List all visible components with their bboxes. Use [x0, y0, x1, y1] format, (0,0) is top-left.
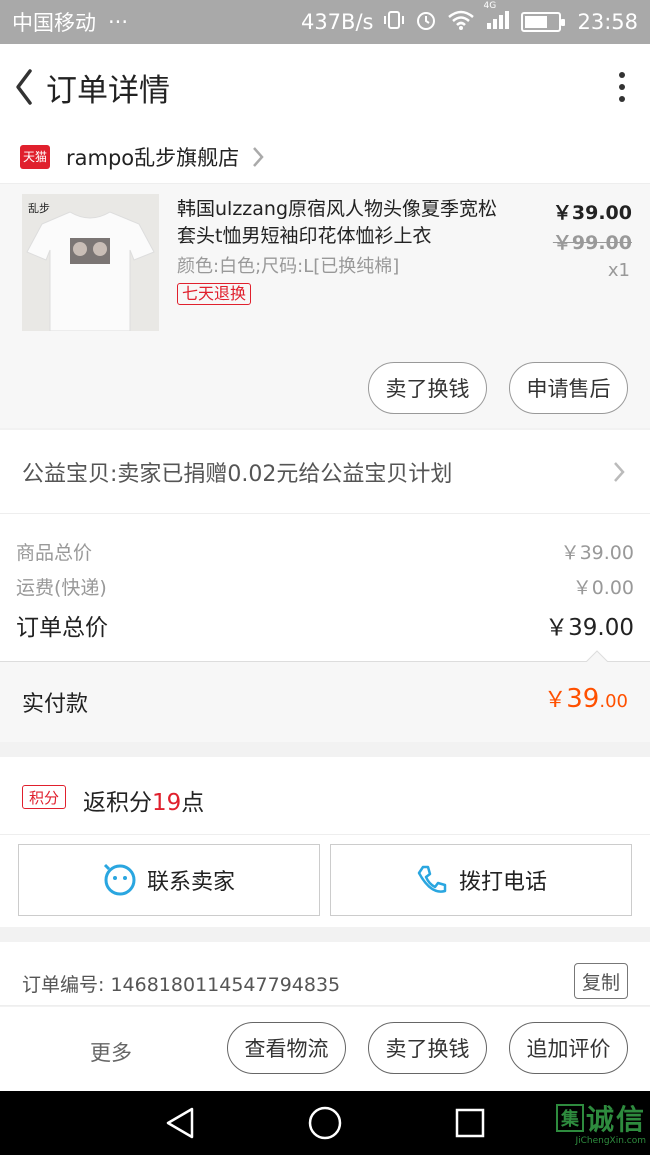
watermark-text: 诚信	[585, 1103, 646, 1136]
product-title: 韩国ulzzang原宿风人物头像夏季宽松套头t恤男短袖印花体恤衫上衣	[177, 198, 498, 247]
order-total-value: ￥39.00	[545, 615, 634, 641]
product-spec: 颜色:白色;尺码:L[已换纯棉]	[177, 256, 400, 277]
status-bar: 中国移动 ··· 437B/s 4G 23:58	[0, 0, 650, 44]
notification-dots: ···	[108, 10, 129, 34]
sell-for-cash-button[interactable]: 卖了换钱	[368, 1022, 487, 1074]
points-row: 积分 返积分19点	[0, 757, 650, 835]
charity-text: 公益宝贝:卖家已捐赠0.02元给公益宝贝计划	[22, 461, 453, 487]
chevron-left-icon	[16, 69, 32, 105]
contact-seller-label: 联系卖家	[146, 870, 235, 895]
product-thumbnail[interactable]: 乱步	[22, 194, 159, 331]
shipping-value: ￥0.00	[572, 577, 634, 599]
wifi-icon	[447, 9, 475, 36]
network-type-badge: 4G	[483, 0, 497, 11]
chevron-right-icon	[253, 146, 264, 167]
shipping-label: 运费(快递)	[16, 577, 107, 599]
charity-row[interactable]: 公益宝贝:卖家已捐赠0.02元给公益宝贝计划	[0, 430, 650, 514]
goods-total-row: 商品总价 ￥39.00	[16, 538, 634, 565]
phone-icon	[417, 865, 447, 893]
square-recents-icon	[455, 1108, 485, 1138]
system-recents-button[interactable]	[440, 1091, 500, 1155]
chat-bubble-icon	[103, 863, 136, 896]
system-home-button[interactable]	[295, 1091, 355, 1155]
watermark: 集 诚信 JiChengXin.com	[555, 1098, 646, 1146]
goods-total-value: ￥39.00	[560, 542, 634, 564]
clock: 23:58	[577, 10, 638, 34]
system-back-button[interactable]	[150, 1091, 210, 1155]
order-total-row: 订单总价 ￥39.00	[16, 608, 634, 642]
triangle-back-icon	[166, 1107, 194, 1139]
price-summary: 商品总价 ￥39.00 运费(快递) ￥0.00 订单总价 ￥39.00	[0, 514, 650, 661]
paid-amount-row: 实付款 ￥39.00	[0, 662, 650, 742]
order-number-row: 订单编号: 1468180114547794835 复制	[0, 942, 650, 1006]
view-logistics-button[interactable]: 查看物流	[227, 1022, 346, 1074]
shop-row[interactable]: 天猫 rampo乱步旗舰店	[0, 130, 650, 184]
add-review-button[interactable]: 追加评价	[509, 1022, 628, 1074]
product-price: ￥39.00	[552, 202, 632, 224]
points-tag: 积分	[22, 785, 66, 809]
vibrate-icon	[383, 9, 405, 36]
chevron-right-icon	[614, 462, 625, 482]
product-original-price: ￥99.00	[552, 232, 632, 254]
order-number: 订单编号: 1468180114547794835	[22, 974, 341, 996]
watermark-logo: 集	[555, 1104, 584, 1132]
watermark-url: JiChengXin.com	[575, 1136, 646, 1146]
network-speed: 437B/s	[300, 10, 374, 34]
return-policy-badge: 七天退换	[177, 283, 252, 305]
points-text: 返积分19点	[83, 790, 205, 816]
nav-bar: 订单详情	[0, 44, 650, 130]
paid-label: 实付款	[22, 692, 89, 717]
goods-total-label: 商品总价	[16, 542, 93, 564]
after-sales-button[interactable]: 申请售后	[509, 362, 628, 414]
overflow-menu-button[interactable]	[602, 44, 642, 130]
circle-home-icon	[308, 1106, 342, 1140]
paid-amount: ￥39.00	[544, 684, 628, 714]
sell-for-cash-button[interactable]: 卖了换钱	[368, 362, 487, 414]
system-nav-bar	[0, 1091, 650, 1155]
back-button[interactable]	[2, 44, 46, 130]
shop-name: rampo乱步旗舰店	[66, 145, 240, 170]
tmall-logo: 天猫	[20, 144, 50, 169]
contact-section: 联系卖家 拨打电话	[0, 835, 650, 927]
thumb-brand-text: 乱步	[28, 202, 50, 215]
order-total-label: 订单总价	[16, 615, 108, 641]
carrier-label: 中国移动	[12, 11, 96, 35]
page-title: 订单详情	[46, 72, 170, 109]
copy-button[interactable]: 复制	[574, 963, 628, 999]
shipping-row: 运费(快递) ￥0.00	[16, 573, 634, 600]
product-quantity: x1	[607, 260, 630, 281]
product-card[interactable]: 乱步 韩国ulzzang原宿风人物头像夏季宽松套头t恤男短袖印花体恤衫上衣 颜色…	[0, 184, 650, 428]
battery-icon	[521, 12, 566, 32]
bottom-actions: 更多 查看物流 卖了换钱 追加评价	[0, 1007, 650, 1091]
signal-icon: 4G	[483, 1, 511, 36]
call-phone-button[interactable]: 拨打电话	[330, 844, 632, 916]
alarm-icon	[415, 9, 437, 36]
contact-seller-button[interactable]: 联系卖家	[18, 844, 320, 916]
call-phone-label: 拨打电话	[458, 870, 547, 895]
more-button[interactable]: 更多	[90, 1037, 132, 1067]
